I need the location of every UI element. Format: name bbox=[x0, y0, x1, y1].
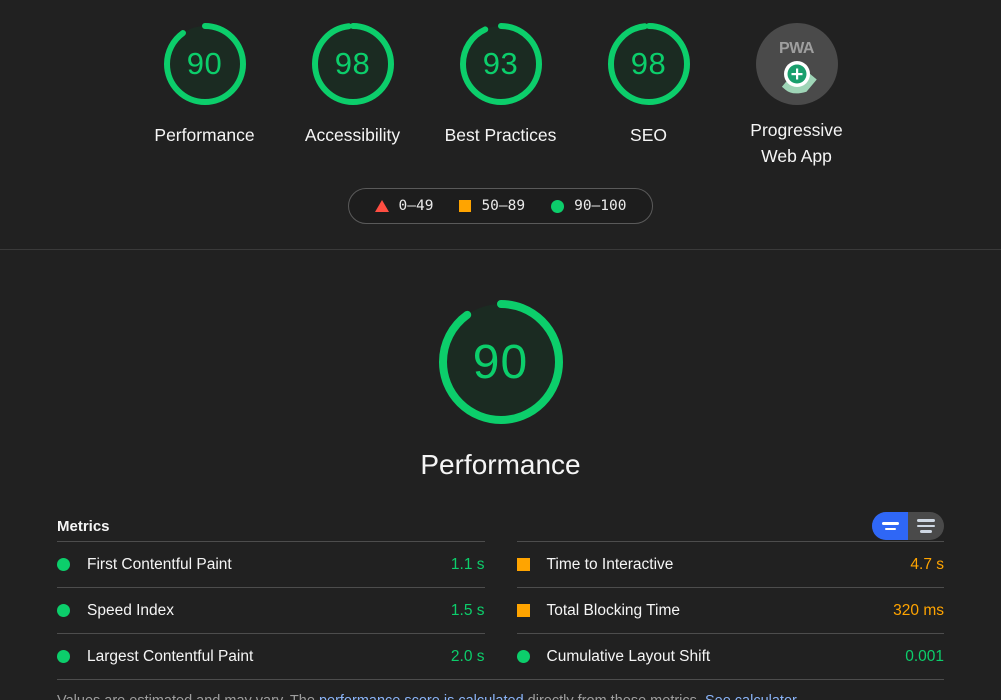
metric-row[interactable]: Total Blocking Time 320 ms bbox=[516, 587, 944, 633]
gauge-score-value: 93 bbox=[482, 46, 519, 81]
legend-range-average: 50–89 bbox=[481, 198, 526, 214]
metric-row[interactable]: First Contentful Paint 1.1 s bbox=[57, 541, 485, 587]
metric-row[interactable]: Speed Index 1.5 s bbox=[57, 587, 485, 633]
score-scale-legend: 0–49 50–89 90–100 bbox=[347, 188, 654, 224]
metric-value: 320 ms bbox=[893, 601, 944, 619]
metric-value: 2.0 s bbox=[450, 647, 485, 665]
legend-range-fail: 0–49 bbox=[398, 198, 434, 214]
status-pass-icon bbox=[516, 650, 530, 663]
score-gauge-performance[interactable]: 90 Performance bbox=[131, 18, 279, 149]
performance-category-section: 90 Performance Metrics First Contentful … bbox=[0, 250, 1001, 700]
legend-range-pass: 90–100 bbox=[574, 198, 627, 214]
score-gauge-seo[interactable]: 98 SEO bbox=[575, 18, 723, 149]
metric-value: 0.001 bbox=[905, 647, 944, 665]
metric-value: 1.5 s bbox=[450, 601, 485, 619]
performance-score-link[interactable]: performance score is calculated bbox=[319, 693, 524, 700]
category-gauge-ring: 90 bbox=[431, 292, 571, 432]
gauge-label: Accessibility bbox=[304, 125, 401, 145]
metric-name: Speed Index bbox=[87, 601, 175, 619]
gauge-label: Performance bbox=[154, 125, 255, 145]
gauge-ring: 93 bbox=[455, 18, 547, 110]
metric-value: 1.1 s bbox=[450, 555, 485, 573]
metrics-disclaimer: Values are estimated and may vary. The p… bbox=[57, 679, 944, 700]
category-gauge-block: 90 Performance bbox=[0, 292, 1001, 481]
metric-name: Time to Interactive bbox=[546, 555, 674, 573]
metric-value: 4.7 s bbox=[910, 555, 944, 573]
circle-icon bbox=[551, 199, 565, 213]
category-title: Performance bbox=[420, 449, 581, 480]
scores-header: 90 Performance 98 Accessibility 93 Best … bbox=[0, 0, 1001, 250]
legend-item-pass: 90–100 bbox=[551, 198, 626, 214]
score-gauge-pwa[interactable]: PWA Progressive Web App bbox=[723, 18, 871, 170]
status-pass-icon bbox=[57, 558, 70, 571]
score-gauge-best-practices[interactable]: 93 Best Practices bbox=[427, 18, 575, 149]
status-average-icon bbox=[516, 604, 530, 617]
gauge-score-value: 90 bbox=[186, 46, 223, 81]
status-pass-icon bbox=[57, 650, 70, 663]
metrics-grid: First Contentful Paint 1.1 s Time to Int… bbox=[57, 541, 944, 679]
see-calculator-link[interactable]: See calculator. bbox=[705, 693, 800, 700]
gauge-ring: 98 bbox=[307, 18, 399, 110]
gauge-ring: 98 bbox=[603, 18, 695, 110]
metric-row[interactable]: Time to Interactive 4.7 s bbox=[516, 541, 944, 587]
metric-name: Largest Contentful Paint bbox=[87, 647, 254, 665]
gauge-ring: 90 bbox=[159, 18, 251, 110]
metric-name: Total Blocking Time bbox=[546, 601, 681, 619]
gauge-label: Best Practices bbox=[444, 125, 557, 145]
metrics-section: Metrics First Contentful Paint 1.1 s Tim… bbox=[0, 511, 1001, 700]
pwa-flag-icon bbox=[781, 61, 817, 94]
metric-name: First Contentful Paint bbox=[87, 555, 232, 573]
metrics-title: Metrics bbox=[57, 517, 110, 535]
square-icon bbox=[459, 200, 472, 212]
gauge-label: Progressive Web App bbox=[750, 120, 843, 166]
category-score-value: 90 bbox=[472, 335, 529, 389]
triangle-icon bbox=[374, 200, 389, 212]
legend-item-average: 50–89 bbox=[459, 198, 525, 214]
status-average-icon bbox=[516, 558, 530, 571]
gauge-score-value: 98 bbox=[630, 46, 667, 81]
pwa-badge-icon: PWA bbox=[755, 23, 838, 105]
metrics-view-toggle[interactable] bbox=[872, 512, 944, 540]
disclaimer-text-2: directly from these metrics. bbox=[524, 693, 705, 700]
disclaimer-text-1: Values are estimated and may vary. The bbox=[57, 693, 319, 700]
simple-view-toggle[interactable] bbox=[872, 512, 908, 540]
status-pass-icon bbox=[57, 604, 70, 617]
metric-row[interactable]: Largest Contentful Paint 2.0 s bbox=[57, 633, 485, 679]
metric-name: Cumulative Layout Shift bbox=[546, 647, 711, 665]
gauge-score-value: 98 bbox=[334, 46, 371, 81]
gauge-label: SEO bbox=[630, 125, 667, 145]
legend-item-fail: 0–49 bbox=[374, 198, 434, 214]
metric-row[interactable]: Cumulative Layout Shift 0.001 bbox=[516, 633, 944, 679]
metrics-header: Metrics bbox=[57, 511, 944, 541]
expanded-view-toggle[interactable] bbox=[908, 512, 944, 540]
score-gauge-accessibility[interactable]: 98 Accessibility bbox=[279, 18, 427, 149]
gauges-row: 90 Performance 98 Accessibility 93 Best … bbox=[0, 0, 1001, 170]
lighthouse-report: 90 Performance 98 Accessibility 93 Best … bbox=[0, 0, 1001, 700]
